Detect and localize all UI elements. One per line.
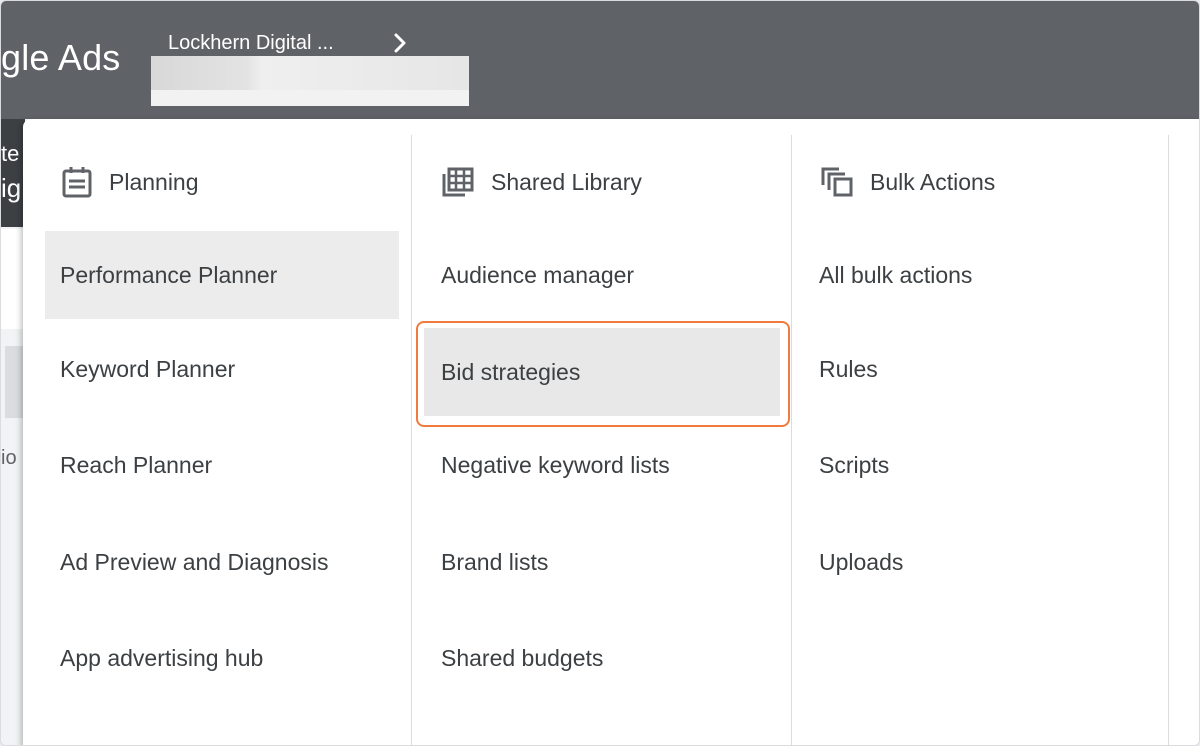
library-grid-icon [442,167,474,197]
menu-item-uploads[interactable]: Uploads [804,518,1160,606]
background-block [5,346,23,418]
bulk-actions-column: Bulk Actions All bulk actions Rules Scri… [791,135,1169,745]
tools-dropdown-menu: Planning Performance Planner Keyword Pla… [23,119,1199,745]
account-name[interactable]: Lockhern Digital ... [168,32,334,55]
google-ads-logo[interactable]: gle Ads [1,37,121,79]
menu-item-brand-lists[interactable]: Brand lists [424,518,780,606]
planning-title: Planning [109,168,199,195]
background-text-fragment: te [1,141,20,166]
chevron-right-icon[interactable] [389,31,411,55]
planning-header: Planning [61,165,199,199]
app-window: gle Ads Lockhern Digital ... te ig io Pl… [0,0,1200,746]
planning-column: Planning Performance Planner Keyword Pla… [23,135,411,745]
menu-item-ad-preview-diagnosis[interactable]: Ad Preview and Diagnosis [45,518,399,606]
menu-item-performance-planner[interactable]: Performance Planner [45,231,399,319]
calendar-icon [62,167,92,198]
top-bar: gle Ads Lockhern Digital ... [1,1,1199,119]
redacted-account-id [151,56,469,106]
menu-item-negative-keyword-lists[interactable]: Negative keyword lists [424,421,780,509]
menu-item-reach-planner[interactable]: Reach Planner [45,421,399,509]
background-card [1,229,23,329]
menu-item-bid-strategies[interactable]: Bid strategies [424,328,780,416]
background-text-fragment: io [1,447,17,469]
menu-item-keyword-planner[interactable]: Keyword Planner [45,325,399,413]
menu-item-all-bulk-actions[interactable]: All bulk actions [804,231,1160,319]
menu-item-scripts[interactable]: Scripts [804,421,1160,509]
shared-library-header: Shared Library [441,165,642,199]
menu-item-rules[interactable]: Rules [804,325,1160,413]
menu-item-app-advertising-hub[interactable]: App advertising hub [45,614,399,702]
shared-library-column: Shared Library Audience manager Bid stra… [411,135,791,745]
shared-library-title: Shared Library [491,168,642,195]
bulk-actions-title: Bulk Actions [870,168,996,195]
copy-stack-icon [821,167,853,197]
background-text-fragment: ig [1,173,22,203]
menu-item-audience-manager[interactable]: Audience manager [424,231,780,319]
bulk-actions-header: Bulk Actions [820,165,995,199]
menu-item-shared-budgets[interactable]: Shared budgets [424,614,780,702]
